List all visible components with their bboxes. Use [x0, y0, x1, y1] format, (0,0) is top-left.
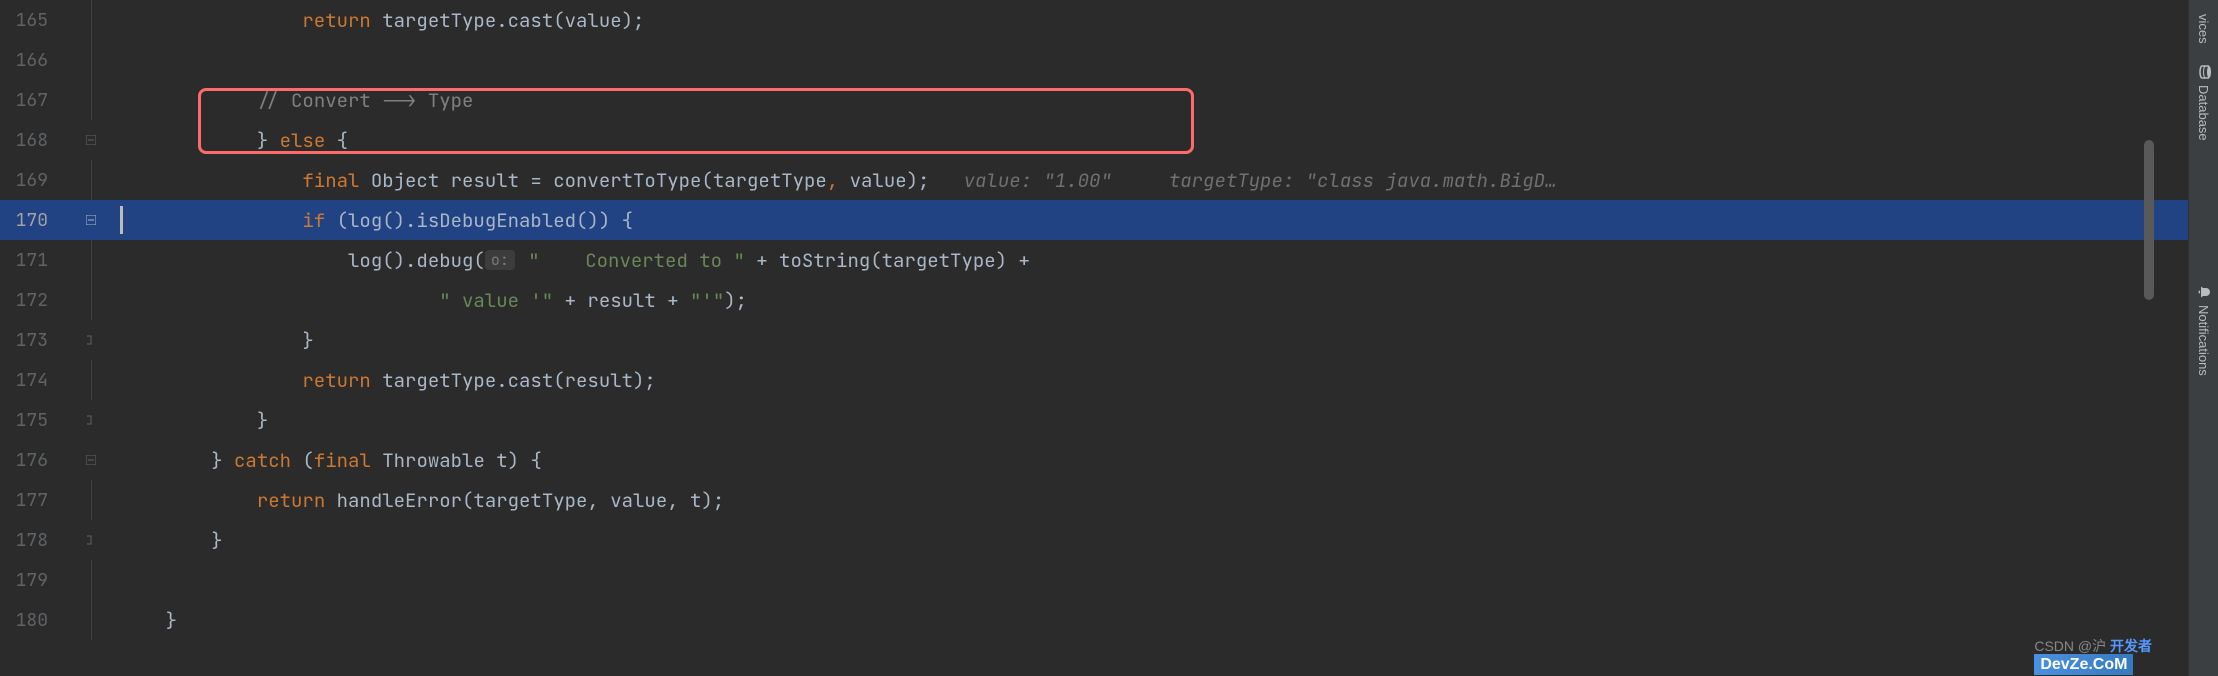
- fold-minus-icon[interactable]: [85, 214, 97, 226]
- gutter[interactable]: [62, 120, 120, 160]
- fold-close-icon[interactable]: [85, 334, 97, 346]
- code-line[interactable]: 175 }: [0, 400, 2188, 440]
- code-line[interactable]: 178 }: [0, 520, 2188, 560]
- code-line[interactable]: 180 }: [0, 600, 2188, 640]
- code-line[interactable]: 179: [0, 560, 2188, 600]
- code-text: return handleError(targetType, value, t)…: [120, 480, 2188, 520]
- code-line[interactable]: 172 " value '" + result + "'");: [0, 280, 2188, 320]
- gutter: [62, 160, 120, 200]
- database-icon: [2196, 64, 2212, 80]
- toolbar-database[interactable]: Database: [2193, 54, 2215, 151]
- scrollbar-thumb[interactable]: [2144, 140, 2154, 300]
- scrollbar[interactable]: [2142, 140, 2156, 340]
- line-number: 165: [0, 9, 62, 32]
- line-number: 174: [0, 369, 62, 392]
- code-text: [120, 560, 2188, 600]
- code-text: }: [120, 400, 2188, 440]
- line-number: 175: [0, 409, 62, 432]
- code-line[interactable]: 173 }: [0, 320, 2188, 360]
- gutter[interactable]: [62, 320, 120, 360]
- code-line[interactable]: 165 return targetType.cast(value);: [0, 0, 2188, 40]
- line-number: 180: [0, 609, 62, 632]
- code-text: } catch (final Throwable t) {: [120, 440, 2188, 480]
- toolbar-services[interactable]: vices: [2193, 4, 2214, 54]
- line-number: 166: [0, 49, 62, 72]
- bell-icon: [2196, 284, 2212, 300]
- line-number: 178: [0, 529, 62, 552]
- gutter: [62, 0, 120, 40]
- fold-minus-icon[interactable]: [85, 134, 97, 146]
- gutter: [62, 480, 120, 520]
- toolbar-notifications[interactable]: Notifications: [2193, 274, 2215, 386]
- code-text: return targetType.cast(result);: [120, 360, 2188, 400]
- gutter[interactable]: [62, 400, 120, 440]
- line-number: 179: [0, 569, 62, 592]
- param-hint: o:: [485, 250, 515, 270]
- gutter: [62, 560, 120, 600]
- fold-minus-icon[interactable]: [85, 454, 97, 466]
- code-text: if (log().isDebugEnabled()) {: [120, 200, 2188, 240]
- gutter[interactable]: [62, 440, 120, 480]
- code-container: 165 return targetType.cast(value); 166 1…: [0, 0, 2188, 676]
- line-number: 171: [0, 249, 62, 272]
- gutter[interactable]: [62, 200, 120, 240]
- line-number: 172: [0, 289, 62, 312]
- code-line[interactable]: 167 // Convert --> Type: [0, 80, 2188, 120]
- code-line[interactable]: 174 return targetType.cast(result);: [0, 360, 2188, 400]
- gutter: [62, 240, 120, 280]
- code-text: log().debug(o: " Converted to " + toStri…: [120, 240, 2188, 280]
- line-number: 169: [0, 169, 62, 192]
- code-text: return targetType.cast(value);: [120, 0, 2188, 40]
- gutter: [62, 600, 120, 640]
- code-line-current[interactable]: 170 if (log().isDebugEnabled()) {: [0, 200, 2188, 240]
- line-number: 168: [0, 129, 62, 152]
- code-line[interactable]: 169 final Object result = convertToType(…: [0, 160, 2188, 200]
- line-number: 170: [0, 209, 62, 232]
- caret-icon: [120, 206, 123, 234]
- code-text: }: [120, 600, 2188, 640]
- code-editor[interactable]: 165 return targetType.cast(value); 166 1…: [0, 0, 2188, 676]
- code-text: " value '" + result + "'");: [120, 280, 2188, 320]
- gutter: [62, 360, 120, 400]
- line-number: 176: [0, 449, 62, 472]
- watermark: CSDN @沪 开发者 DevZe.CoM: [2034, 636, 2152, 674]
- fold-close-icon[interactable]: [85, 534, 97, 546]
- code-line[interactable]: 176 } catch (final Throwable t) {: [0, 440, 2188, 480]
- code-line[interactable]: 177 return handleError(targetType, value…: [0, 480, 2188, 520]
- line-number: 167: [0, 89, 62, 112]
- gutter: [62, 40, 120, 80]
- code-text: } else {: [120, 120, 2188, 160]
- debug-inline-hint: value: "1.00": [964, 168, 1112, 193]
- code-text: final Object result = convertToType(targ…: [120, 160, 2188, 200]
- code-text: }: [120, 520, 2188, 560]
- code-text: // Convert --> Type: [120, 80, 2188, 120]
- code-text: [120, 40, 2188, 80]
- code-line[interactable]: 166: [0, 40, 2188, 80]
- gutter: [62, 80, 120, 120]
- right-toolbar: vices Database Notifications: [2188, 0, 2218, 676]
- code-line[interactable]: 168 } else {: [0, 120, 2188, 160]
- gutter[interactable]: [62, 520, 120, 560]
- line-number: 173: [0, 329, 62, 352]
- debug-inline-hint: targetType: "class java.math.BigD…: [1169, 168, 1557, 193]
- gutter: [62, 280, 120, 320]
- code-text: }: [120, 320, 2188, 360]
- code-line[interactable]: 171 log().debug(o: " Converted to " + to…: [0, 240, 2188, 280]
- fold-close-icon[interactable]: [85, 414, 97, 426]
- line-number: 177: [0, 489, 62, 512]
